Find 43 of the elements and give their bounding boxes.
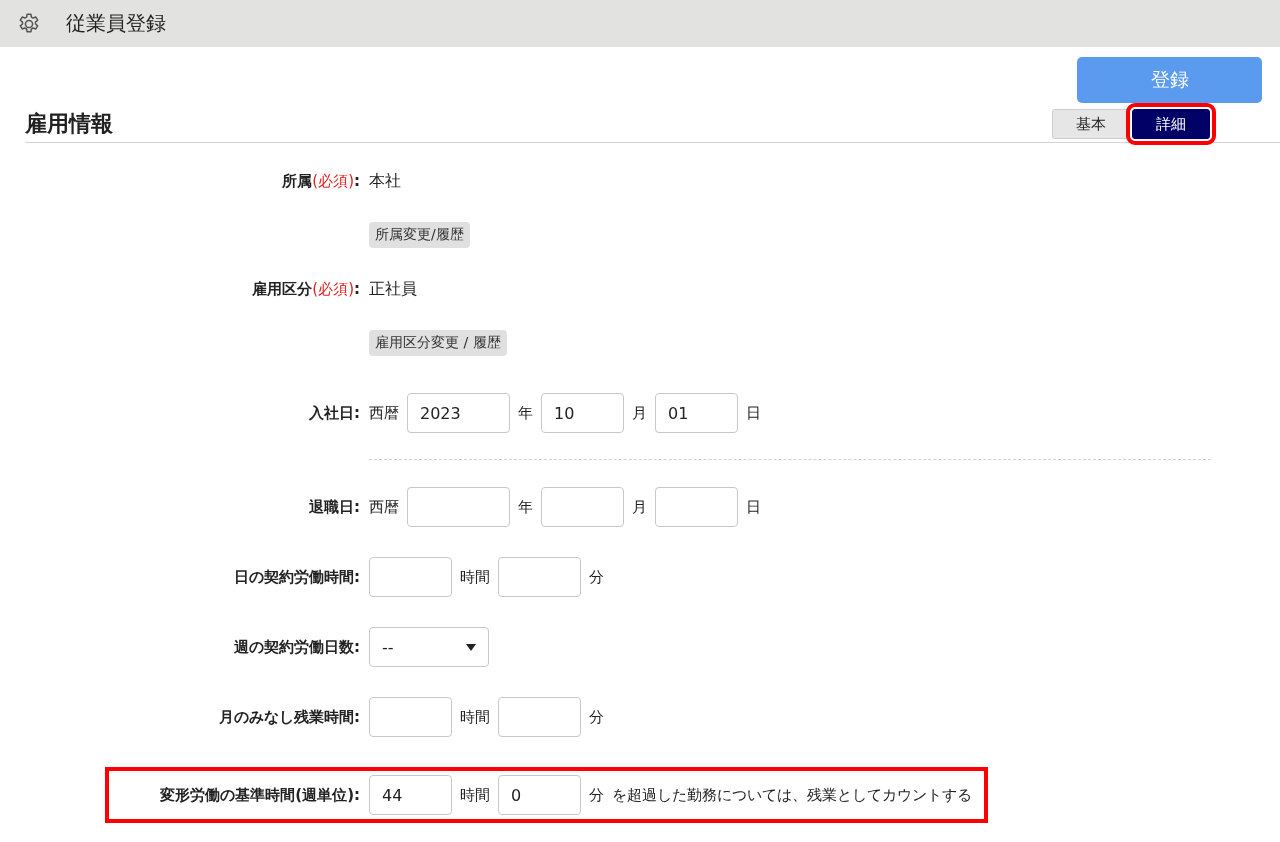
field-label: 日の契約労働時間: [234, 568, 360, 586]
field-label: 退職日: [309, 498, 360, 516]
unit-label: 分 [589, 785, 604, 805]
input-field[interactable]: 2023 [407, 393, 510, 433]
field-value: 正社員 [369, 278, 417, 300]
field-label: 月のみなし残業時間: [219, 708, 360, 726]
input-field[interactable] [498, 557, 581, 597]
unit-label: 時間 [460, 707, 490, 727]
caret-icon [466, 643, 476, 651]
unit-label: 月 [632, 497, 647, 517]
unit-label: 分 [589, 707, 604, 727]
page-title: 従業員登録 [66, 10, 166, 37]
input-field[interactable] [655, 487, 738, 527]
unit-label: 分 [589, 567, 604, 587]
input-field[interactable]: 10 [541, 393, 624, 433]
era-label: 西暦 [369, 403, 399, 423]
field-label: 変形労働の基準時間(週単位): [160, 786, 360, 804]
field-note: を超過した勤務については、残業としてカウントする [612, 785, 972, 805]
field-value: 本社 [369, 170, 401, 192]
input-field[interactable]: 0 [498, 775, 581, 815]
field-label: 雇用区分(必須): [252, 280, 360, 298]
unit-label: 年 [518, 403, 533, 423]
input-field[interactable] [407, 487, 510, 527]
input-field[interactable]: 01 [655, 393, 738, 433]
history-button[interactable]: 雇用区分変更 / 履歴 [369, 330, 507, 356]
input-field[interactable] [369, 557, 452, 597]
unit-label: 時間 [460, 785, 490, 805]
field-label: 週の契約労働日数: [234, 638, 360, 656]
unit-label: 時間 [460, 567, 490, 587]
input-field[interactable] [498, 697, 581, 737]
input-field[interactable]: 44 [369, 775, 452, 815]
unit-label: 日 [746, 497, 761, 517]
unit-label: 月 [632, 403, 647, 423]
section-title: 雇用情報 [25, 110, 113, 138]
input-field[interactable] [369, 697, 452, 737]
field-label: 入社日: [309, 404, 360, 422]
era-label: 西暦 [369, 497, 399, 517]
history-button[interactable]: 所属変更/履歴 [369, 222, 470, 248]
unit-label: 日 [746, 403, 761, 423]
input-field[interactable] [541, 487, 624, 527]
field-label: 所属(必須): [282, 172, 360, 190]
select-field[interactable]: -- [369, 627, 489, 667]
unit-label: 年 [518, 497, 533, 517]
